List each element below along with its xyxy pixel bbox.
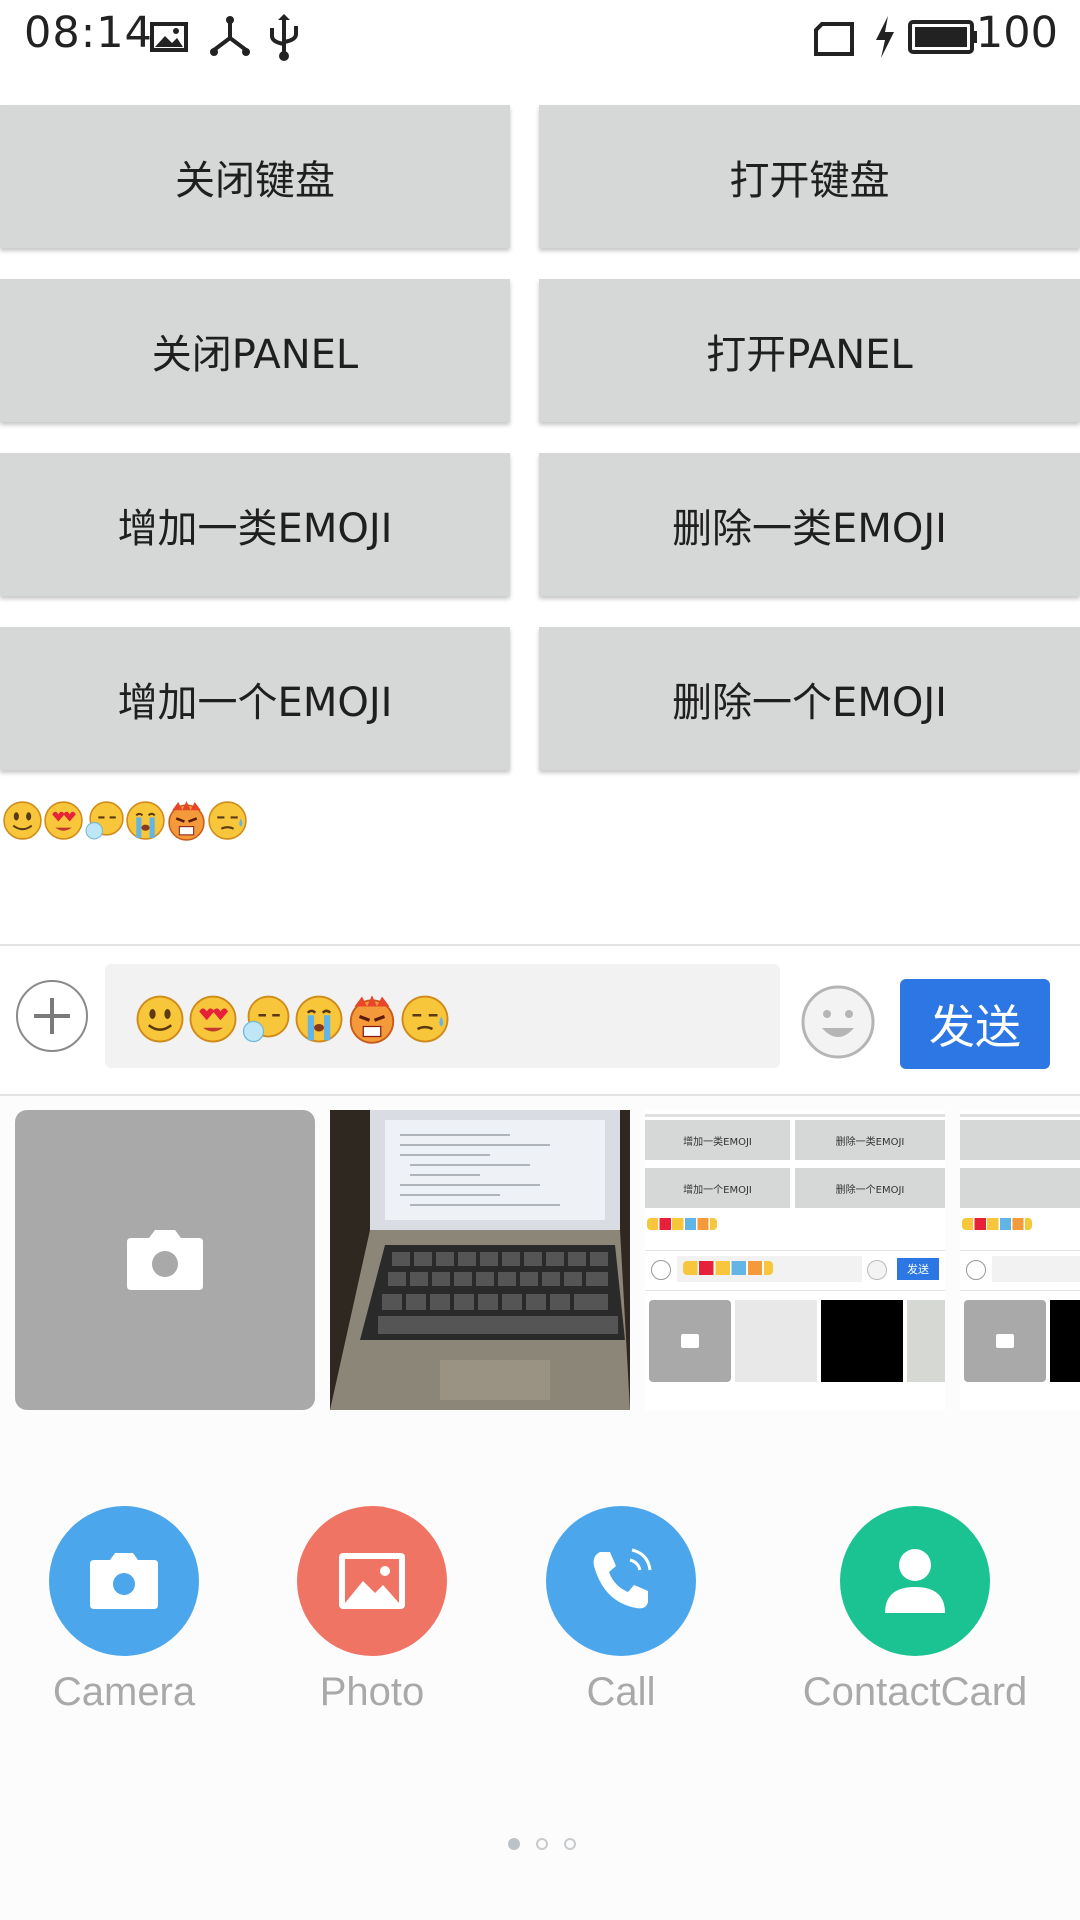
close-panel-button[interactable]: 关闭PANEL — [0, 279, 510, 422]
camera-icon — [90, 1553, 158, 1609]
plus-icon — [34, 998, 70, 1034]
thumb-emoji-row — [647, 1218, 717, 1230]
action-label-camera: Camera — [52, 1670, 196, 1714]
delete-emoji-button[interactable]: 删除一个EMOJI — [539, 627, 1080, 770]
emoji-preview-row — [2, 800, 248, 844]
page-dot-active — [508, 1838, 520, 1850]
angry-emoji-icon — [349, 995, 395, 1044]
sim-icon — [814, 22, 854, 56]
call-action-button[interactable] — [546, 1506, 696, 1656]
action-photo[interactable]: Photo — [257, 1506, 487, 1715]
heart-eyes-emoji-icon — [189, 995, 237, 1043]
smile-emoji-icon — [3, 801, 42, 840]
sweat-emoji-icon — [208, 801, 247, 840]
heart-eyes-emoji-icon — [44, 801, 83, 840]
action-label-contact-card: ContactCard — [802, 1670, 1028, 1714]
crying-emoji-icon — [295, 995, 343, 1043]
sleepy-emoji-icon — [242, 995, 290, 1043]
camera-action-button[interactable] — [49, 1506, 199, 1656]
delete-emoji-category-button[interactable]: 删除一类EMOJI — [539, 453, 1080, 596]
share-network-icon — [210, 16, 250, 56]
input-emoji-content — [135, 994, 450, 1044]
smile-emoji-icon — [136, 995, 184, 1043]
photo-action-button[interactable] — [297, 1506, 447, 1656]
charging-bolt-icon — [876, 16, 894, 58]
laptop-photo-tile[interactable] — [330, 1110, 630, 1410]
status-time: 08:14 — [24, 8, 153, 58]
add-emoji-category-button[interactable]: 增加一类EMOJI — [0, 453, 510, 596]
page-dot — [564, 1838, 576, 1850]
photo-icon — [339, 1553, 405, 1609]
action-label-photo: Photo — [319, 1670, 425, 1714]
angry-emoji-icon — [168, 801, 205, 841]
battery-icon — [908, 20, 977, 54]
add-emoji-button[interactable]: 增加一个EMOJI — [0, 627, 510, 770]
thumb-send: 发送 — [897, 1258, 939, 1280]
screenshot-tile-2[interactable] — [960, 1110, 1080, 1410]
send-button[interactable]: 发送 — [900, 979, 1050, 1069]
emoji-toggle-icon[interactable] — [800, 984, 876, 1060]
crying-emoji-icon — [126, 801, 165, 840]
laptop-photo-image — [330, 1110, 630, 1410]
camera-tile[interactable] — [15, 1110, 315, 1410]
thumb-delete-one: 删除一个EMOJI — [795, 1168, 945, 1208]
open-panel-button[interactable]: 打开PANEL — [539, 279, 1080, 422]
sleepy-emoji-icon — [85, 801, 124, 840]
input-bar: 发送 — [0, 946, 1080, 1094]
close-keyboard-button[interactable]: 关闭键盘 — [0, 105, 510, 248]
screenshot-tile-1[interactable]: 增加一类EMOJI 删除一类EMOJI 增加一个EMOJI 删除一个EMOJI … — [645, 1110, 945, 1410]
plus-button[interactable] — [16, 980, 88, 1052]
status-bar: 08:14 100 — [0, 0, 1080, 72]
thumb-delete-category: 删除一类EMOJI — [795, 1120, 945, 1160]
page-dot — [536, 1838, 548, 1850]
sweat-emoji-icon — [401, 995, 449, 1043]
contact-card-action-button[interactable] — [840, 1506, 990, 1656]
image-icon — [150, 22, 188, 52]
open-keyboard-button[interactable]: 打开键盘 — [539, 105, 1080, 248]
person-icon — [885, 1549, 945, 1613]
camera-icon — [127, 1230, 203, 1290]
phone-icon — [593, 1548, 652, 1609]
thumb-add-one: 增加一个EMOJI — [645, 1168, 790, 1208]
action-label-call: Call — [586, 1670, 656, 1714]
attachment-panel: 增加一类EMOJI 删除一类EMOJI 增加一个EMOJI 删除一个EMOJI … — [0, 1096, 1080, 1920]
action-call[interactable]: Call — [506, 1506, 736, 1715]
usb-icon — [270, 14, 298, 61]
message-input[interactable] — [105, 964, 780, 1068]
page-indicator — [508, 1838, 576, 1850]
action-contact-card[interactable]: ContactCard — [775, 1506, 1055, 1715]
action-camera[interactable]: Camera — [9, 1506, 239, 1715]
battery-percent: 100 — [975, 8, 1058, 58]
thumb-add-category: 增加一类EMOJI — [645, 1120, 790, 1160]
